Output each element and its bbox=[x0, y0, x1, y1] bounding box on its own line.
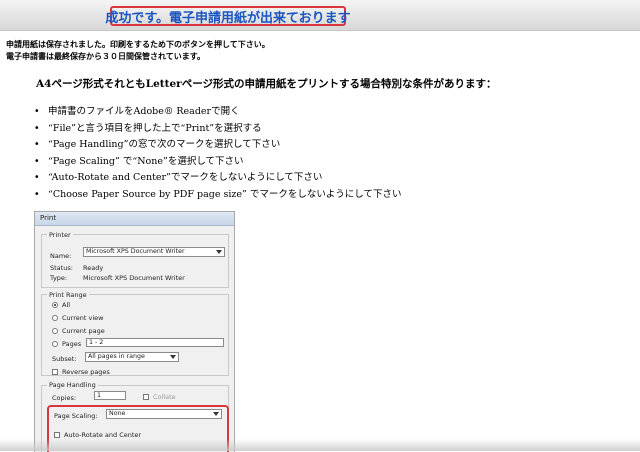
type-value: Microsoft XPS Document Writer bbox=[83, 274, 185, 282]
name-label: Name: bbox=[50, 252, 72, 260]
list-item: “File”と言う項目を押した上で“Print”を選択する bbox=[34, 121, 401, 138]
chevron-down-icon bbox=[170, 355, 176, 359]
list-item: “Choose Paper Source by PDF page size” で… bbox=[34, 187, 401, 204]
bottom-fade bbox=[0, 439, 640, 451]
printer-group-label: Printer bbox=[47, 231, 73, 239]
subset-select[interactable]: All pages in range bbox=[85, 352, 179, 362]
subset-value: All pages in range bbox=[88, 353, 145, 360]
page-handling-label: Page Handling bbox=[47, 381, 98, 389]
subset-label: Subset: bbox=[52, 355, 77, 363]
reverse-pages-checkbox[interactable] bbox=[52, 369, 58, 375]
print-conditions-heading: A4ページ形式それともLetterページ形式の申請用紙をプリントする場合特別な条… bbox=[36, 78, 497, 90]
print-range-label: Print Range bbox=[47, 291, 89, 299]
range-pages-radio[interactable] bbox=[52, 341, 58, 347]
copies-stepper[interactable]: 1 bbox=[94, 391, 126, 400]
collate-label: Collate bbox=[153, 393, 176, 401]
list-item: “Auto-Rotate and Center”でマークをしないようにして下さい bbox=[34, 170, 401, 187]
collate-checkbox[interactable] bbox=[143, 394, 149, 400]
retention-notice: 電子申請書は最終保存から３０日間保管されています。 bbox=[6, 52, 205, 61]
copies-label: Copies: bbox=[52, 394, 77, 402]
status-label: Status: bbox=[50, 264, 73, 272]
chevron-down-icon bbox=[216, 250, 222, 254]
printer-name-select[interactable]: Microsoft XPS Document Writer bbox=[83, 247, 225, 257]
pages-input[interactable]: 1 - 2 bbox=[86, 338, 224, 347]
range-pages-label: Pages bbox=[62, 340, 82, 348]
list-item: “Page Handling”の窓で次のマークを選択して下さい bbox=[34, 137, 401, 154]
list-item: “Page Scaling” で“None”を選択して下さい bbox=[34, 154, 401, 171]
range-current-view-radio[interactable] bbox=[52, 315, 58, 321]
saved-notice: 申請用紙は保存されました。印刷をするため下のボタンを押して下さい。 bbox=[6, 40, 270, 49]
list-item: 申請書のファイルをAdobe® Readerで開く bbox=[34, 104, 401, 121]
success-message: 成功です。電子申請用紙が出来ております bbox=[105, 6, 351, 26]
range-all-label: All bbox=[62, 301, 71, 309]
print-steps-list: 申請書のファイルをAdobe® Readerで開く “File”と言う項目を押し… bbox=[34, 104, 401, 203]
range-all-radio[interactable] bbox=[52, 302, 58, 308]
type-label: Type: bbox=[50, 274, 68, 282]
range-current-view-label: Current view bbox=[62, 314, 104, 322]
success-banner: 成功です。電子申請用紙が出来ております bbox=[0, 0, 640, 31]
printer-name-value: Microsoft XPS Document Writer bbox=[86, 248, 185, 255]
print-dialog-screenshot: Print Printer Name: Microsoft XPS Docume… bbox=[34, 211, 235, 452]
range-current-page-radio[interactable] bbox=[52, 328, 58, 334]
range-current-page-label: Current page bbox=[62, 327, 105, 335]
dialog-title: Print bbox=[35, 212, 234, 226]
reverse-pages-label: Reverse pages bbox=[62, 368, 110, 376]
status-value: Ready bbox=[83, 264, 104, 272]
